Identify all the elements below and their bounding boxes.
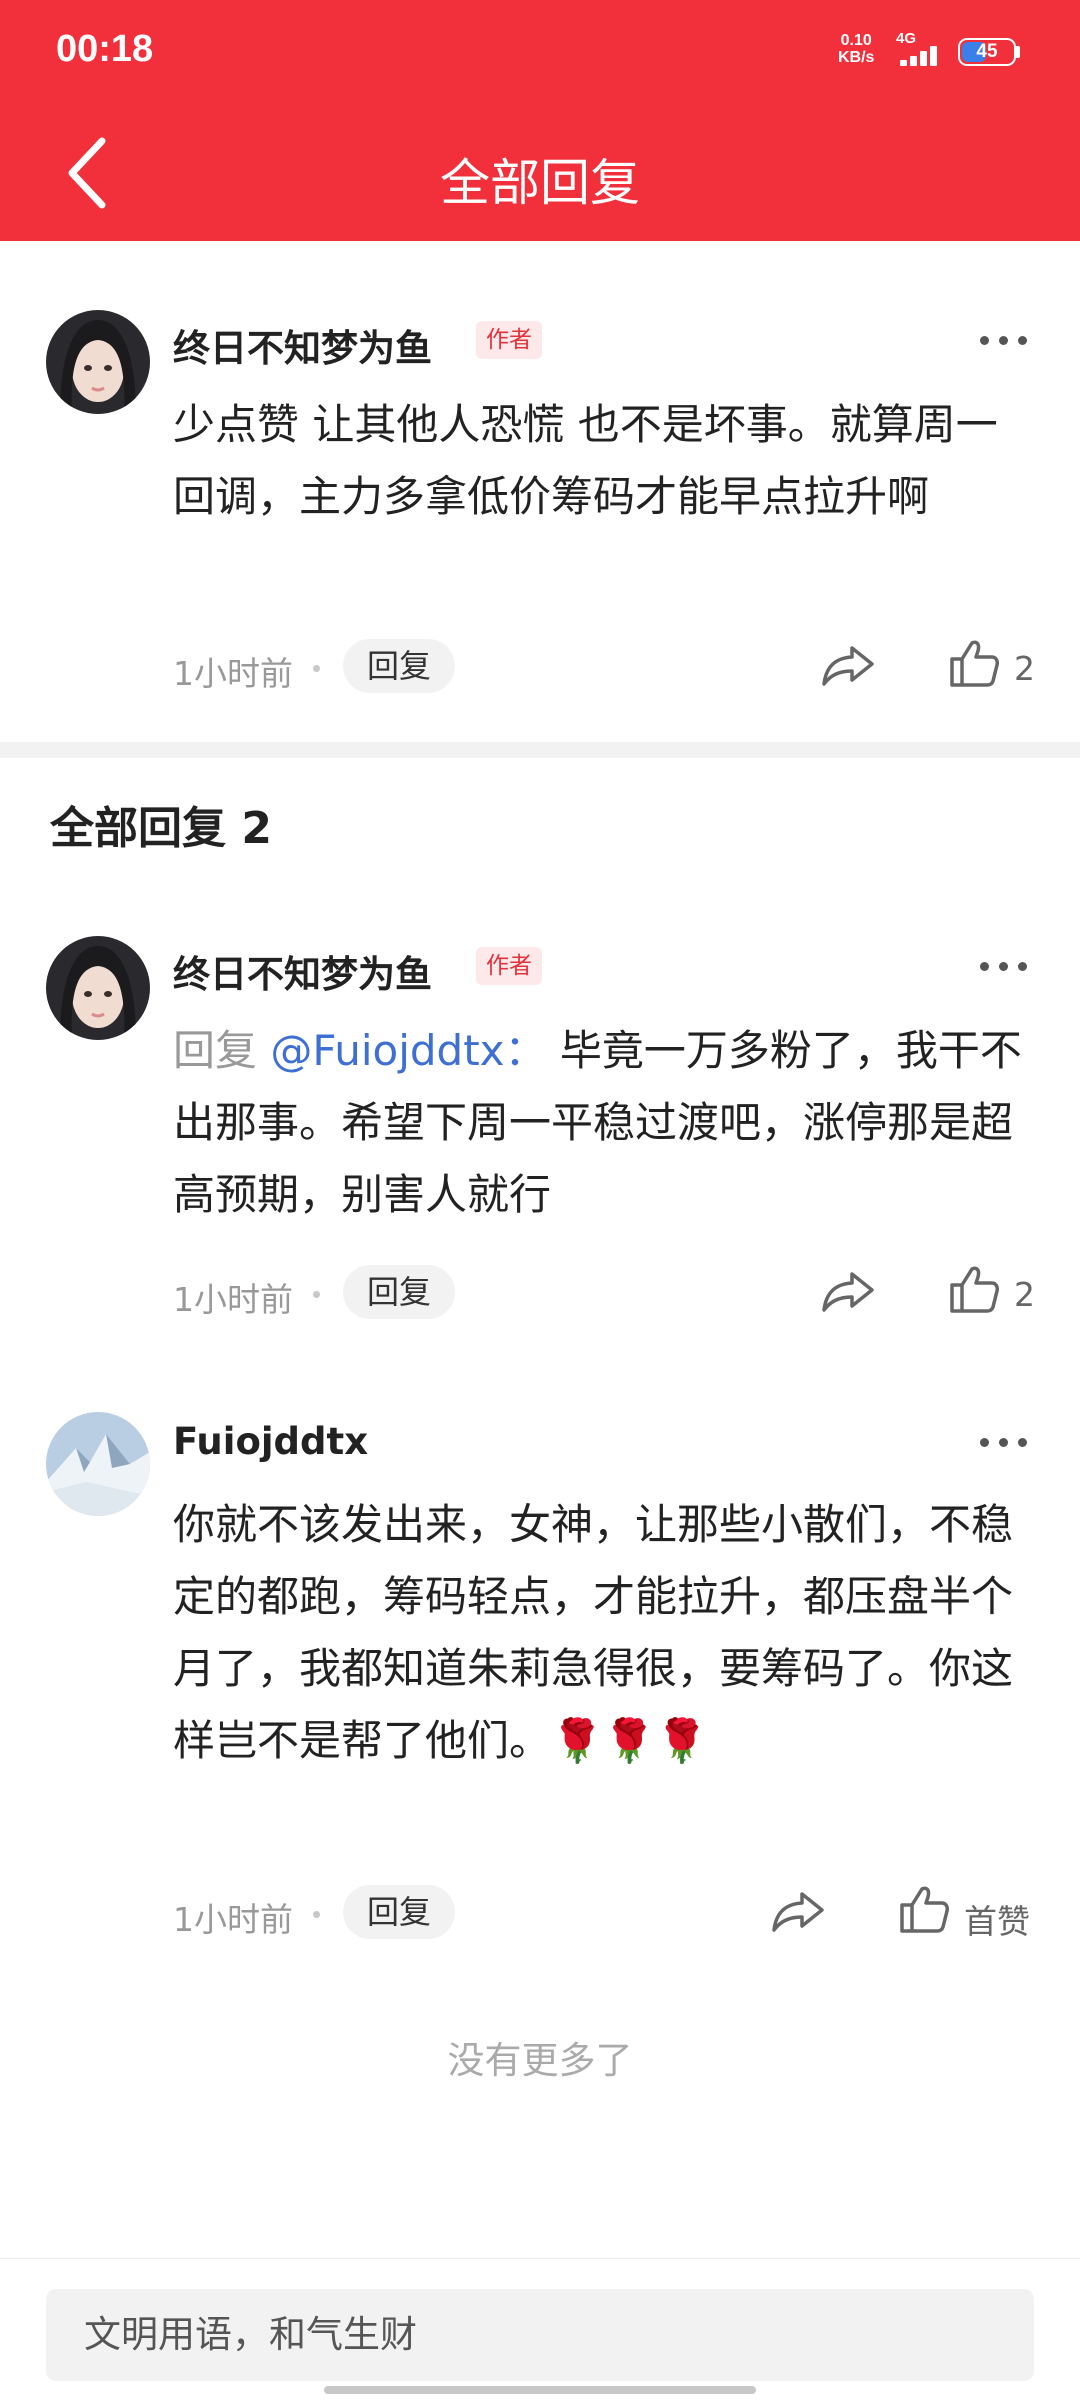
comment-text: 你就不该发出来，女神，让那些小散们，不稳定的都跑，筹码轻点，才能拉升，都压盘半个… (173, 1500, 1014, 1765)
share-button[interactable] (820, 1268, 876, 1314)
share-icon (822, 646, 874, 686)
status-time: 00:18 (56, 28, 154, 70)
like-button[interactable]: 2 (948, 639, 1038, 689)
comment-time: 1小时前 (173, 654, 293, 693)
comment-input[interactable]: 文明用语，和气生财 (46, 2289, 1034, 2381)
avatar[interactable] (46, 936, 150, 1040)
separator-dot (313, 1911, 320, 1918)
author-badge: 作者 (476, 321, 542, 359)
no-more-label: 没有更多了 (447, 2039, 633, 2082)
status-bar: 00:18 0.10 KB/s 4G 45 (0, 0, 1080, 105)
comment-author[interactable]: Fuiojddtx (173, 1420, 368, 1463)
mention-link[interactable]: @Fuiojddtx： (270, 1026, 546, 1075)
reply-prefix: 回复 (173, 1026, 258, 1075)
like-button[interactable]: 首赞 (898, 1885, 1038, 1941)
battery-icon: 45 (958, 38, 1016, 66)
app-header: 00:18 0.10 KB/s 4G 45 全部回复 (0, 0, 1080, 241)
like-count: 首赞 (964, 1902, 1030, 1941)
thumbs-up-icon (950, 640, 999, 687)
like-count: 2 (1014, 1275, 1035, 1314)
reply-button[interactable]: 回复 (343, 1885, 456, 1939)
comment-meta: 1小时前 回复 (173, 1265, 1043, 1321)
share-button[interactable] (820, 642, 876, 688)
network-type: 4G (896, 30, 917, 47)
more-options-button[interactable] (978, 320, 1030, 360)
share-button[interactable] (770, 1888, 826, 1934)
network-speed: 0.10 KB/s (838, 32, 874, 66)
comment-text: 少点赞 让其他人恐慌 也不是坏事。就算周一回调，主力多拿低价筹码才能早点拉升啊 (173, 400, 998, 521)
comment-author[interactable]: 终日不知梦为鱼 (173, 318, 432, 372)
home-indicator[interactable] (324, 2386, 756, 2394)
reply-button[interactable]: 回复 (343, 1265, 456, 1319)
separator-dot (313, 665, 320, 672)
like-button[interactable]: 2 (948, 1265, 1038, 1315)
comment-time: 1小时前 (173, 1900, 293, 1939)
signal-icon: 4G (896, 30, 948, 70)
author-badge: 作者 (476, 947, 542, 985)
nav-bar: 全部回复 (0, 105, 1080, 241)
comment-time: 1小时前 (173, 1280, 293, 1319)
like-count: 2 (1014, 649, 1035, 688)
more-options-button[interactable] (978, 946, 1030, 986)
network-speed-unit: KB/s (838, 49, 875, 66)
reply-button[interactable]: 回复 (343, 639, 456, 693)
comment-meta: 1小时前 回复 (173, 639, 1043, 695)
avatar[interactable] (46, 310, 150, 414)
comment-author[interactable]: 终日不知梦为鱼 (173, 944, 432, 998)
more-options-button[interactable] (978, 1422, 1030, 1462)
comment-input-bar: 文明用语，和气生财 (0, 2258, 1080, 2401)
replies-section-title: 全部回复 2 (50, 803, 272, 854)
page-title: 全部回复 (440, 154, 640, 212)
separator-dot (313, 1291, 320, 1298)
battery-level: 45 (976, 41, 998, 62)
network-speed-value: 0.10 (840, 32, 872, 49)
thumbs-up-icon (950, 1266, 999, 1313)
share-icon (822, 1272, 874, 1312)
section-divider (0, 742, 1080, 758)
thumbs-up-icon (900, 1886, 949, 1933)
comment-text: 回复 @Fuiojddtx： 毕竟一万多粉了，我干不出那事。希望下周一平稳过渡吧… (173, 1026, 1022, 1219)
avatar[interactable] (46, 1412, 150, 1516)
share-icon (772, 1892, 824, 1932)
